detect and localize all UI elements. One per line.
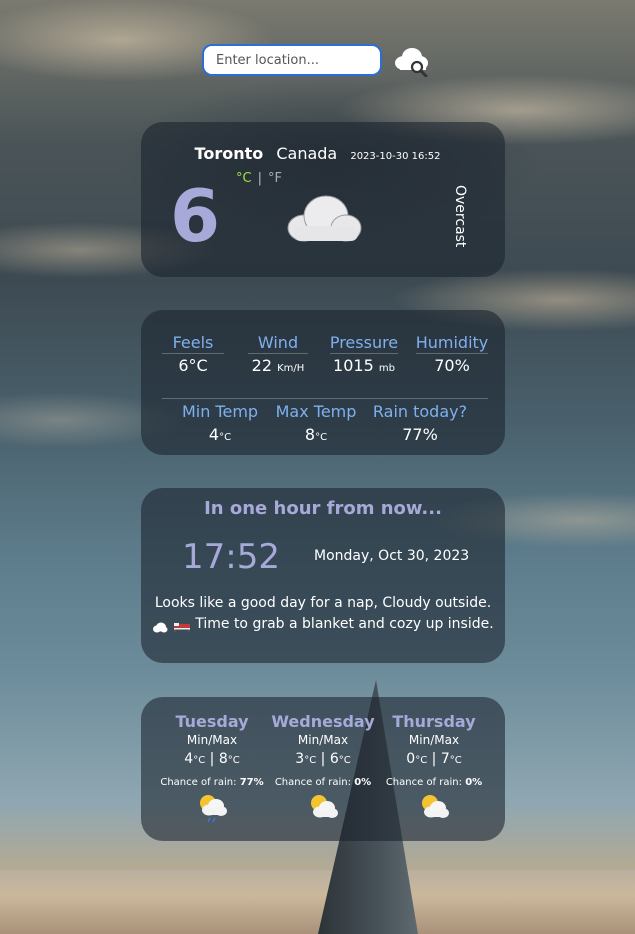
forecast-day: Tuesday Min/Max 4°C | 8°C Chance of rain… bbox=[157, 712, 267, 823]
unit-toggle: °C | °F bbox=[236, 171, 282, 186]
hour-date: Monday, Oct 30, 2023 bbox=[314, 548, 470, 564]
celsius-toggle[interactable]: °C bbox=[236, 171, 252, 186]
min-temp-value: 4 bbox=[208, 425, 220, 444]
humidity-label: Humidity bbox=[415, 333, 489, 352]
pressure-label: Pressure bbox=[329, 333, 399, 352]
bed-emoji-icon bbox=[173, 618, 191, 632]
humidity-stat: Humidity 70% bbox=[414, 333, 490, 375]
forecast-unit: °C bbox=[304, 755, 317, 766]
partly-cloudy-rain-icon bbox=[195, 792, 229, 823]
min-temp-unit: °C bbox=[219, 432, 232, 443]
unit-separator: | bbox=[257, 171, 262, 186]
cloud-icon bbox=[282, 188, 366, 248]
forecast-max: 6 bbox=[329, 751, 339, 767]
search-button[interactable] bbox=[390, 43, 430, 78]
country-name: Canada bbox=[276, 144, 338, 163]
hour-message: Looks like a good day for a nap, Cloudy … bbox=[150, 593, 496, 635]
forecast-unit: °C bbox=[227, 755, 240, 766]
max-temp-label: Max Temp bbox=[275, 402, 357, 421]
partly-cloudy-icon bbox=[306, 792, 340, 822]
forecast-rain-label: Chance of rain: bbox=[274, 777, 351, 788]
forecast-day-name: Wednesday bbox=[271, 712, 375, 731]
max-temp-value: 8 bbox=[304, 425, 316, 444]
local-datetime: 2023-10-30 16:52 bbox=[350, 151, 441, 162]
humidity-value: 70% bbox=[434, 356, 470, 375]
location-input[interactable] bbox=[202, 44, 382, 76]
divider bbox=[330, 353, 398, 354]
location-line: Toronto Canada 2023-10-30 16:52 bbox=[0, 144, 635, 163]
min-temp-label: Min Temp bbox=[181, 402, 259, 421]
forecast-max: 7 bbox=[440, 751, 450, 767]
forecast-minmax-label: Min/Max bbox=[186, 733, 238, 747]
max-temp-unit: °C bbox=[315, 432, 328, 443]
divider bbox=[162, 353, 224, 354]
forecast-day-name: Thursday bbox=[392, 712, 476, 731]
forecast-rain-label: Chance of rain: bbox=[385, 777, 462, 788]
partly-cloudy-icon bbox=[417, 792, 451, 822]
hour-message-line2: Time to grab a blanket and cozy up insid… bbox=[195, 616, 494, 632]
hour-time: 17:52 bbox=[182, 537, 280, 577]
forecast-min: 0 bbox=[406, 751, 416, 767]
hour-title: In one hour from now... bbox=[204, 498, 442, 519]
forecast-rain-value: 0% bbox=[354, 777, 372, 788]
forecast-day: Wednesday Min/Max 3°C | 6°C Chance of ra… bbox=[268, 712, 378, 822]
divider bbox=[248, 353, 308, 354]
forecast-day-name: Tuesday bbox=[175, 712, 249, 731]
feels-label: Feels bbox=[172, 333, 214, 352]
divider bbox=[162, 398, 488, 399]
feels-stat: Feels 6°C bbox=[160, 333, 226, 375]
forecast-unit: °C bbox=[449, 755, 462, 766]
cloud-emoji-icon bbox=[152, 619, 168, 632]
city-name: Toronto bbox=[194, 144, 264, 163]
wind-unit: Km/H bbox=[277, 363, 305, 374]
forecast-minmax-label: Min/Max bbox=[297, 733, 349, 747]
forecast-unit: °C bbox=[415, 755, 428, 766]
pressure-value: 1015 bbox=[333, 356, 374, 375]
current-temperature: 6 bbox=[170, 174, 221, 258]
rain-label: Rain today? bbox=[372, 402, 468, 421]
forecast-unit: °C bbox=[338, 755, 351, 766]
divider bbox=[416, 353, 488, 354]
wind-value: 22 bbox=[251, 356, 273, 375]
hour-message-line1: Looks like a good day for a nap, Cloudy … bbox=[154, 595, 492, 611]
forecast-max: 8 bbox=[218, 751, 228, 767]
forecast-rain-label: Chance of rain: bbox=[160, 777, 237, 788]
background-sea bbox=[0, 870, 635, 934]
forecast-min: 3 bbox=[295, 751, 305, 767]
wind-stat: Wind 22 Km/H bbox=[246, 333, 310, 375]
forecast-rain-value: 0% bbox=[465, 777, 483, 788]
forecast-day: Thursday Min/Max 0°C | 7°C Chance of rai… bbox=[379, 712, 489, 822]
pressure-unit: mb bbox=[378, 363, 395, 374]
cloud-search-icon bbox=[395, 48, 428, 78]
feels-value: 6°C bbox=[178, 356, 208, 375]
wind-label: Wind bbox=[257, 333, 299, 352]
pressure-stat: Pressure 1015 mb bbox=[328, 333, 400, 375]
fahrenheit-toggle[interactable]: °F bbox=[268, 171, 282, 186]
search-bar bbox=[202, 43, 430, 78]
condition-text: Overcast bbox=[452, 185, 468, 248]
min-temp-stat: Min Temp 4°C bbox=[176, 402, 264, 444]
forecast-minmax-label: Min/Max bbox=[408, 733, 460, 747]
forecast-min: 4 bbox=[184, 751, 194, 767]
forecast-rain-value: 77% bbox=[239, 777, 264, 788]
rain-stat: Rain today? 77% bbox=[368, 402, 472, 444]
forecast-unit: °C bbox=[193, 755, 206, 766]
rain-value: 77% bbox=[402, 425, 438, 444]
max-temp-stat: Max Temp 8°C bbox=[272, 402, 360, 444]
